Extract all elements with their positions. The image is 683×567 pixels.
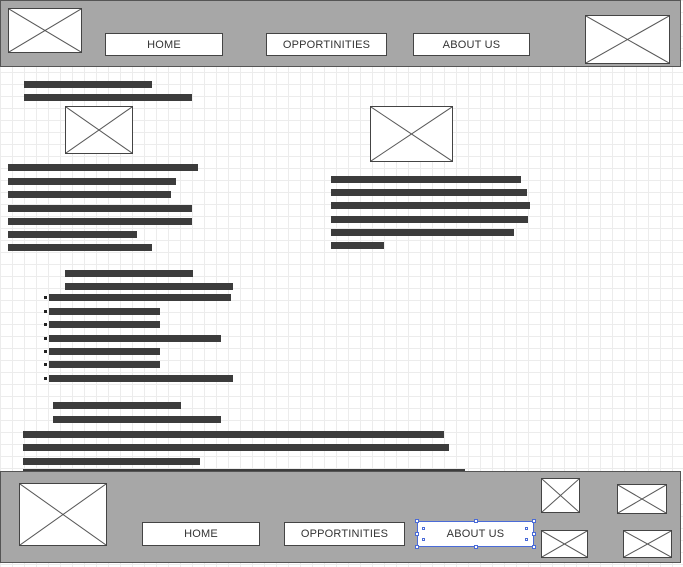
selection-handle[interactable] <box>525 527 528 530</box>
subheading-placeholder-line <box>53 416 221 423</box>
text-placeholder-line <box>331 189 527 196</box>
header-image-placeholder <box>585 15 670 64</box>
text-placeholder-line <box>23 431 444 438</box>
footer-opportunities-button[interactable]: OPPORTINITIES <box>284 522 405 546</box>
list-bullet <box>44 377 47 380</box>
list-item <box>49 321 160 328</box>
text-placeholder-line <box>8 191 171 198</box>
list-bullet <box>44 363 47 366</box>
list-item <box>49 294 231 301</box>
text-placeholder-line <box>331 216 528 223</box>
selection-handle[interactable] <box>415 519 419 523</box>
list-bullet <box>44 296 47 299</box>
text-placeholder-line <box>331 202 530 209</box>
text-placeholder-line <box>8 244 152 251</box>
list-bullet <box>44 337 47 340</box>
heading-placeholder-line <box>24 81 152 88</box>
footer-about-us-label: ABOUT US <box>446 528 505 540</box>
selection-handle[interactable] <box>474 519 478 523</box>
text-placeholder-line <box>331 242 384 249</box>
list-item <box>49 335 221 342</box>
selection-handle[interactable] <box>532 519 536 523</box>
footer-bar: HOME OPPORTINITIES ABOUT US <box>0 471 681 563</box>
selection-handle[interactable] <box>532 545 536 549</box>
selection-handle[interactable] <box>532 532 536 536</box>
list-heading-placeholder-line <box>65 283 233 290</box>
text-placeholder-line <box>8 205 192 212</box>
list-bullet <box>44 310 47 313</box>
content-image-placeholder <box>65 106 133 154</box>
list-heading-placeholder-line <box>65 270 193 277</box>
subheading-placeholder-line <box>53 402 181 409</box>
list-item <box>49 308 160 315</box>
text-placeholder-line <box>23 444 449 451</box>
heading-placeholder-line <box>24 94 192 101</box>
footer-logo-image-placeholder <box>19 483 107 546</box>
list-bullet <box>44 323 47 326</box>
text-placeholder-line <box>23 458 200 465</box>
text-placeholder-line <box>8 178 176 185</box>
selection-handle[interactable] <box>422 527 425 530</box>
list-bullet <box>44 350 47 353</box>
text-placeholder-line <box>8 218 192 225</box>
nav-about-us-button[interactable]: ABOUT US <box>413 33 530 56</box>
selection-handle[interactable] <box>422 538 425 541</box>
logo-image-placeholder <box>8 8 82 53</box>
footer-image-placeholder <box>617 484 667 514</box>
footer-image-placeholder <box>541 478 580 513</box>
list-item <box>49 348 160 355</box>
selection-handle[interactable] <box>525 538 528 541</box>
list-item <box>49 375 233 382</box>
selection-handle[interactable] <box>415 532 419 536</box>
footer-about-us-button[interactable]: ABOUT US <box>417 521 534 547</box>
footer-image-placeholder <box>541 530 588 558</box>
nav-opportunities-button[interactable]: OPPORTINITIES <box>266 33 387 56</box>
text-placeholder-line <box>331 176 521 183</box>
list-item <box>49 361 160 368</box>
selection-handle[interactable] <box>415 545 419 549</box>
content-image-placeholder <box>370 106 453 162</box>
text-placeholder-line <box>331 229 514 236</box>
footer-image-placeholder <box>623 530 672 558</box>
footer-home-button[interactable]: HOME <box>142 522 260 546</box>
nav-home-button[interactable]: HOME <box>105 33 223 56</box>
text-placeholder-line <box>8 231 137 238</box>
text-placeholder-line <box>8 164 198 171</box>
header-bar: HOME OPPORTINITIES ABOUT US <box>0 0 681 67</box>
selection-handle[interactable] <box>474 545 478 549</box>
